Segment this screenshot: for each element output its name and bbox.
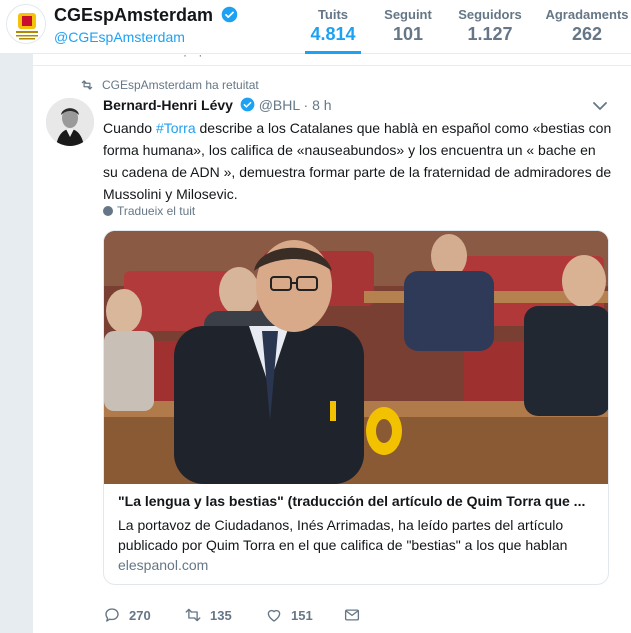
caret-down-icon[interactable] <box>593 101 607 111</box>
tweet-author-line: Bernard-Henri Lévy @BHL · 8 h <box>103 97 332 113</box>
tweet-text: Cuando #Torra describe a los Catalanes q… <box>103 117 613 205</box>
like-button[interactable]: 151 <box>265 606 313 626</box>
reply-count: 270 <box>129 607 151 623</box>
profile-nav-bar: CGEspAmsterdam @CGEspAmsterdam Tuits 4.8… <box>0 0 631 54</box>
stat-tweets-value: 4.814 <box>310 24 356 44</box>
link-preview-card[interactable]: "La lengua y las bestias" (traducción de… <box>103 230 609 585</box>
like-count: 151 <box>291 607 313 623</box>
retweet-count: 135 <box>210 607 232 623</box>
stat-followers-label: Seguidors <box>458 7 522 22</box>
retweet-context-text: CGEspAmsterdam ha retuitat <box>102 78 259 92</box>
author-verified-badge-icon <box>240 97 255 112</box>
direct-message-button[interactable] <box>343 606 361 626</box>
tweet-actions: 270 135 151 <box>103 606 403 626</box>
meta-separator: · <box>299 97 313 113</box>
stat-likes-value: 262 <box>571 24 603 44</box>
stat-following-value: 101 <box>392 24 424 44</box>
author-name[interactable]: Bernard-Henri Lévy <box>103 97 233 113</box>
like-icon <box>267 609 281 622</box>
tweet-text-start: Cuando <box>103 120 156 136</box>
timeline: · · CGEspAmsterdam ha retuitat Bernard-H… <box>33 48 631 633</box>
card-title: "La lengua y las bestias" (traducción de… <box>118 493 586 509</box>
retweet-button[interactable]: 135 <box>184 606 232 626</box>
stat-followers-value: 1.127 <box>467 24 513 44</box>
card-description: La portavoz de Ciudadanos, Inés Arrimada… <box>118 517 568 553</box>
verified-badge-icon <box>221 6 238 23</box>
author-avatar[interactable] <box>46 98 94 146</box>
hashtag-link[interactable]: #Torra <box>156 120 196 136</box>
previous-tweet-remnant: · · <box>33 48 631 66</box>
message-icon <box>344 609 360 621</box>
translate-tweet-link[interactable]: Tradueix el tuit <box>103 204 195 218</box>
stat-following-label: Seguint <box>384 7 432 22</box>
stat-following[interactable]: Seguint 101 <box>380 7 436 45</box>
profile-handle[interactable]: @CGEspAmsterdam <box>54 29 185 45</box>
card-domain: elespanol.com <box>118 557 209 573</box>
retweet-icon <box>185 608 201 622</box>
retweet-context[interactable]: CGEspAmsterdam ha retuitat <box>80 78 259 92</box>
globe-icon <box>103 206 113 216</box>
stat-followers[interactable]: Seguidors 1.127 <box>456 7 524 45</box>
author-handle[interactable]: @BHL <box>259 97 300 113</box>
profile-name-text: CGEspAmsterdam <box>54 5 214 25</box>
profile-name[interactable]: CGEspAmsterdam <box>54 5 238 26</box>
reply-icon <box>105 608 119 622</box>
translate-label: Tradueix el tuit <box>117 204 196 218</box>
reply-button[interactable]: 270 <box>103 606 151 626</box>
previous-tweet-actions-icon: · · <box>183 48 207 62</box>
stat-tweets-label: Tuits <box>317 7 349 22</box>
card-image <box>104 231 608 484</box>
stat-likes[interactable]: Agradaments 262 <box>545 7 629 45</box>
profile-avatar[interactable] <box>6 4 46 44</box>
tweet-timestamp[interactable]: 8 h <box>312 97 331 113</box>
stat-likes-label: Agradaments <box>545 7 629 22</box>
stat-tweets[interactable]: Tuits 4.814 <box>305 7 361 54</box>
